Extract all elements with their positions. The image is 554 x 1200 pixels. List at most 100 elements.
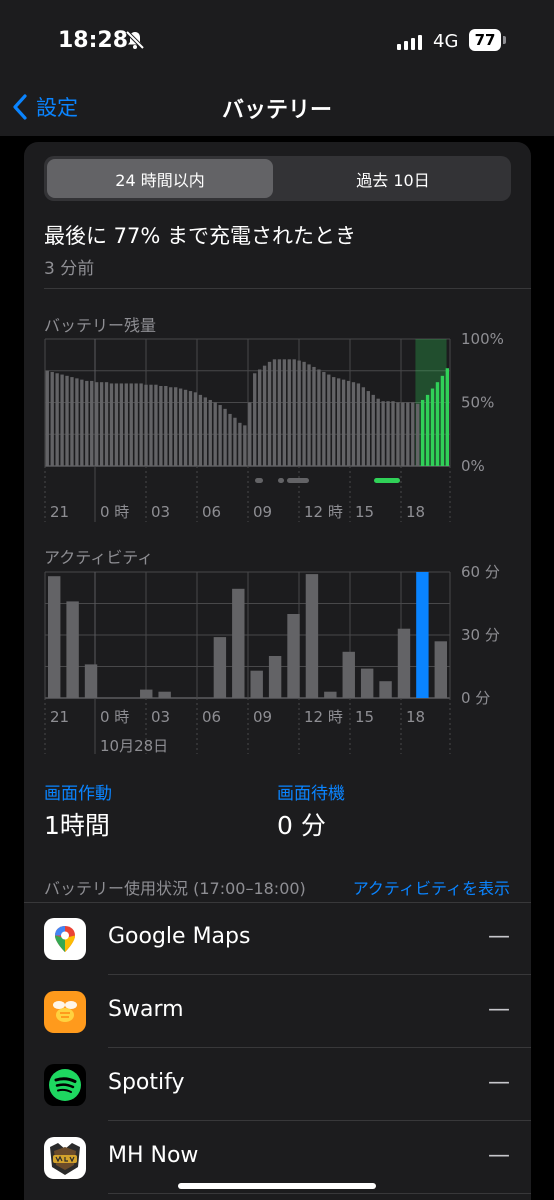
show-activity-link[interactable]: アクティビティを表示 <box>353 875 510 899</box>
battery-bar <box>144 384 148 466</box>
battery-bar <box>188 391 193 466</box>
screen-marker <box>255 478 263 483</box>
activity-bar <box>397 628 411 698</box>
battery-bar <box>366 391 370 466</box>
battery-bar <box>65 375 69 466</box>
app-row-spotify[interactable]: Spotify — <box>24 1048 531 1121</box>
battery-bar <box>243 425 247 466</box>
battery-bar <box>119 383 124 466</box>
x-tick-label: 0 時 <box>100 503 129 521</box>
x-tick-label: 06 <box>202 708 221 726</box>
screen-on-value: 1時間 <box>44 811 110 840</box>
battery-bar <box>85 380 89 466</box>
y-tick-label: 50% <box>461 394 494 412</box>
activity-bar <box>324 691 337 698</box>
y-tick-label: 0% <box>461 457 485 475</box>
x-tick-label: 03 <box>151 503 170 521</box>
battery-bar <box>104 382 109 466</box>
home-indicator <box>178 1183 376 1189</box>
battery-bar <box>154 384 158 466</box>
activity-bar <box>232 588 245 698</box>
network-type: 4G <box>433 31 459 52</box>
activity-bar <box>66 601 79 698</box>
battery-bar <box>332 377 336 466</box>
battery-bar <box>174 387 178 466</box>
battery-bar <box>287 359 291 466</box>
battery-bar <box>322 372 326 466</box>
battery-bar <box>401 402 405 466</box>
battery-bar <box>164 385 168 466</box>
battery-level: 77 <box>474 31 496 49</box>
activity-bar <box>158 691 171 698</box>
battery-bar <box>183 389 188 466</box>
page-title: バッテリー <box>221 98 332 123</box>
y-tick-label: 30 分 <box>461 626 500 644</box>
battery-bar <box>361 387 366 466</box>
battery-bar <box>228 413 232 466</box>
battery-bar <box>50 372 54 466</box>
spotify-icon <box>44 1064 86 1106</box>
battery-bar <box>356 383 361 466</box>
x-tick-label: 09 <box>253 503 272 521</box>
battery-bar <box>297 360 301 466</box>
battery-bar <box>327 374 331 466</box>
battery-bar <box>109 383 114 466</box>
battery-bar <box>277 359 282 466</box>
screen-on-label: 画面作動 <box>44 784 112 804</box>
battery-bar <box>386 401 390 466</box>
battery-bar <box>411 402 415 466</box>
app-usage-value: — <box>488 997 510 1022</box>
google-maps-icon <box>44 918 86 960</box>
screen-off-value: 0 分 <box>277 811 326 840</box>
x-tick-label: 03 <box>151 708 170 726</box>
activity-bar <box>84 664 98 698</box>
battery-bar <box>430 388 435 466</box>
x-tick-label: 0 時 <box>100 708 129 726</box>
battery-bar <box>307 364 311 466</box>
battery-bar <box>75 378 79 466</box>
battery-bar <box>425 394 430 466</box>
signal-icon <box>397 35 422 50</box>
activity-bar <box>213 637 227 698</box>
status-time: 18:28 <box>58 28 129 53</box>
x-tick-label: 15 <box>355 708 374 726</box>
app-name: Spotify <box>108 1070 185 1095</box>
app-usage-value: — <box>488 1143 510 1168</box>
battery-bar <box>272 359 277 466</box>
battery-bar <box>253 373 257 466</box>
battery-bar <box>381 401 385 466</box>
battery-bar <box>99 382 104 466</box>
app-name: MH Now <box>108 1143 199 1168</box>
date-label: 10月28日 <box>100 737 168 755</box>
battery-bar <box>139 383 143 466</box>
swarm-icon <box>44 991 86 1033</box>
battery-bar <box>193 392 198 466</box>
battery-bar <box>435 382 440 466</box>
battery-bar <box>376 398 380 466</box>
app-usage-value: — <box>488 1070 510 1095</box>
battery-bar <box>317 369 321 466</box>
navigation-bar: 設定 バッテリー <box>0 80 554 136</box>
battery-bar <box>396 402 400 466</box>
y-tick-label: 100% <box>461 330 504 348</box>
battery-bar <box>391 401 395 466</box>
app-row-swarm[interactable]: Swarm — <box>24 975 531 1048</box>
battery-bar <box>267 361 272 466</box>
app-usage-value: — <box>488 924 510 949</box>
usage-header: バッテリー使用状況 (17:00–18:00) <box>44 879 306 898</box>
x-tick-label: 12 時 <box>304 708 343 726</box>
activity-bar <box>416 572 429 698</box>
app-row-google-maps[interactable]: Google Maps — <box>24 902 531 975</box>
y-tick-label: 0 分 <box>461 689 490 707</box>
battery-bar <box>302 361 306 466</box>
battery-bar <box>440 375 445 466</box>
screen-marker <box>278 478 284 483</box>
battery-bar <box>351 382 356 466</box>
battery-bar <box>134 383 138 466</box>
battery-card: 24 時間以内 過去 10日 最後に 77% まで充電されたとき 3 分前 バッ… <box>24 142 531 1200</box>
battery-bar <box>198 394 203 466</box>
battery-bar <box>445 368 449 466</box>
activity-chart: 60 分 30 分 0 分 21 0 時 03 06 09 12 時 15 18 10月28日 <box>44 563 500 755</box>
battery-bar <box>159 385 163 466</box>
screen-off-label: 画面待機 <box>277 784 345 804</box>
